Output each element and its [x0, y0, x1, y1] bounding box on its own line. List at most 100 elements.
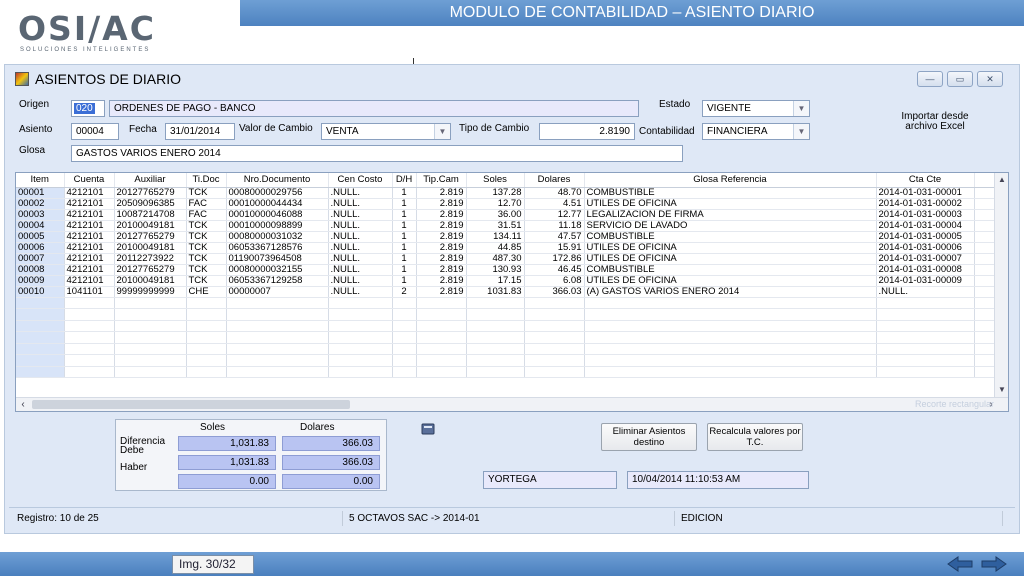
column-header[interactable]: Cta Cte	[876, 173, 975, 188]
table-cell[interactable]: .NULL.	[328, 286, 393, 298]
table-cell[interactable]: .NULL.	[328, 253, 393, 265]
table-cell[interactable]: 1	[392, 187, 417, 199]
table-cell[interactable]: 46.45	[524, 264, 585, 276]
table-cell[interactable]: 00080000031032	[226, 231, 329, 243]
column-header[interactable]: Item	[16, 173, 65, 188]
table-cell[interactable]: TCK	[186, 231, 227, 243]
table-cell[interactable]: 1	[392, 209, 417, 221]
table-cell[interactable]: 00010	[16, 286, 65, 298]
contabilidad-select[interactable]: FINANCIERA ▼	[702, 123, 810, 140]
table-cell[interactable]: TCK	[186, 275, 227, 287]
table-cell[interactable]: 2014-01-031-00005	[876, 231, 975, 243]
table-cell[interactable]: TCK	[186, 187, 227, 199]
table-cell[interactable]: .NULL.	[328, 209, 393, 221]
table-cell[interactable]: COMBUSTIBLE	[584, 264, 877, 276]
table-cell[interactable]: 00008	[16, 264, 65, 276]
table-cell[interactable]: 36.00	[466, 209, 525, 221]
table-cell[interactable]: 4212101	[64, 275, 115, 287]
table-cell[interactable]: .NULL.	[328, 187, 393, 199]
table-cell[interactable]: TCK	[186, 242, 227, 254]
recalcula-valores-button[interactable]: Recalcula valores por T.C.	[707, 423, 803, 451]
table-cell[interactable]: 6.08	[524, 275, 585, 287]
eliminar-asientos-button[interactable]: Eliminar Asientos destino	[601, 423, 697, 451]
table-cell[interactable]: 2.819	[416, 231, 467, 243]
maximize-button[interactable]: ▭	[947, 71, 973, 87]
column-header[interactable]: D/H	[392, 173, 417, 188]
column-header[interactable]: Tip.Cam	[416, 173, 467, 188]
table-cell[interactable]: 00010000046088	[226, 209, 329, 221]
table-cell[interactable]: 2.819	[416, 275, 467, 287]
vertical-scrollbar[interactable]: ▲ ▼	[994, 173, 1008, 397]
table-cell[interactable]: 130.93	[466, 264, 525, 276]
table-row[interactable]: 00009 4212101 20100049181 TCK 06053367129258…	[16, 275, 997, 287]
table-cell[interactable]: UTILES DE OFICINA	[584, 275, 877, 287]
table-row[interactable]: 00004 4212101 20100049181 TCK 00010000098899…	[16, 220, 997, 232]
minimize-button[interactable]: —	[917, 71, 943, 87]
column-header[interactable]: Dolares	[524, 173, 585, 188]
table-cell[interactable]: 20127765279	[114, 264, 187, 276]
glosa-field[interactable]: GASTOS VARIOS ENERO 2014	[71, 145, 683, 162]
table-cell[interactable]: 17.15	[466, 275, 525, 287]
estado-select[interactable]: VIGENTE ▼	[702, 100, 810, 117]
table-cell[interactable]: 2014-01-031-00007	[876, 253, 975, 265]
empty-row[interactable]	[16, 331, 997, 344]
table-cell[interactable]: .NULL.	[328, 264, 393, 276]
table-row[interactable]: 00002 4212101 20509096385 FAC 00010000044434…	[16, 198, 997, 210]
table-cell[interactable]: 4212101	[64, 242, 115, 254]
empty-row[interactable]	[16, 366, 997, 378]
calculator-icon[interactable]	[421, 423, 435, 435]
empty-row[interactable]	[16, 320, 997, 332]
table-cell[interactable]: .NULL.	[876, 286, 975, 298]
next-arrow-icon[interactable]	[980, 555, 1008, 573]
table-cell[interactable]: 00010000098899	[226, 220, 329, 232]
table-cell[interactable]: 1	[392, 242, 417, 254]
origen-code-field[interactable]: 020	[71, 100, 105, 117]
table-cell[interactable]: 2.819	[416, 187, 467, 199]
table-cell[interactable]: 2014-01-031-00004	[876, 220, 975, 232]
table-cell[interactable]: 20100049181	[114, 242, 187, 254]
table-cell[interactable]: .NULL.	[328, 242, 393, 254]
table-cell[interactable]: 2014-01-031-00008	[876, 264, 975, 276]
table-cell[interactable]: TCK	[186, 253, 227, 265]
table-cell[interactable]: 2014-01-031-00001	[876, 187, 975, 199]
table-cell[interactable]: 2014-01-031-00002	[876, 198, 975, 210]
scroll-thumb[interactable]	[32, 400, 350, 409]
table-cell[interactable]: 00002	[16, 198, 65, 210]
table-row[interactable]: 00005 4212101 20127765279 TCK 00080000031032…	[16, 231, 997, 243]
chevron-down-icon[interactable]: ▼	[995, 383, 1008, 397]
table-cell[interactable]: FAC	[186, 209, 227, 221]
table-cell[interactable]: 4212101	[64, 187, 115, 199]
table-cell[interactable]: 2014-01-031-00006	[876, 242, 975, 254]
table-cell[interactable]: 20100049181	[114, 275, 187, 287]
table-cell[interactable]: 44.85	[466, 242, 525, 254]
prev-arrow-icon[interactable]	[946, 555, 974, 573]
table-cell[interactable]: 15.91	[524, 242, 585, 254]
table-cell[interactable]: COMBUSTIBLE	[584, 187, 877, 199]
table-cell[interactable]: SERVICIO DE LAVADO	[584, 220, 877, 232]
table-cell[interactable]: 487.30	[466, 253, 525, 265]
table-cell[interactable]: 00080000032155	[226, 264, 329, 276]
table-cell[interactable]: 20112273922	[114, 253, 187, 265]
table-cell[interactable]: 11.18	[524, 220, 585, 232]
tipo-cambio-field[interactable]: 2.8190	[539, 123, 635, 140]
table-cell[interactable]: TCK	[186, 220, 227, 232]
column-header[interactable]: Soles	[466, 173, 525, 188]
table-cell[interactable]: 31.51	[466, 220, 525, 232]
column-header[interactable]: Ti.Doc	[186, 173, 227, 188]
valor-cambio-select[interactable]: VENTA ▼	[321, 123, 451, 140]
table-cell[interactable]: 1	[392, 231, 417, 243]
table-cell[interactable]: 12.70	[466, 198, 525, 210]
table-cell[interactable]: 00003	[16, 209, 65, 221]
table-cell[interactable]: LEGALIZACION DE FIRMA	[584, 209, 877, 221]
table-cell[interactable]: 00005	[16, 231, 65, 243]
table-cell[interactable]: 99999999999	[114, 286, 187, 298]
table-cell[interactable]: 1031.83	[466, 286, 525, 298]
chevron-left-icon[interactable]: ‹	[16, 398, 30, 411]
table-cell[interactable]: 4212101	[64, 209, 115, 221]
table-cell[interactable]: TCK	[186, 264, 227, 276]
table-cell[interactable]: .NULL.	[328, 231, 393, 243]
table-cell[interactable]: 00010000044434	[226, 198, 329, 210]
table-cell[interactable]: 172.86	[524, 253, 585, 265]
table-cell[interactable]: 4212101	[64, 231, 115, 243]
column-header[interactable]: Glosa Referencia	[584, 173, 877, 188]
